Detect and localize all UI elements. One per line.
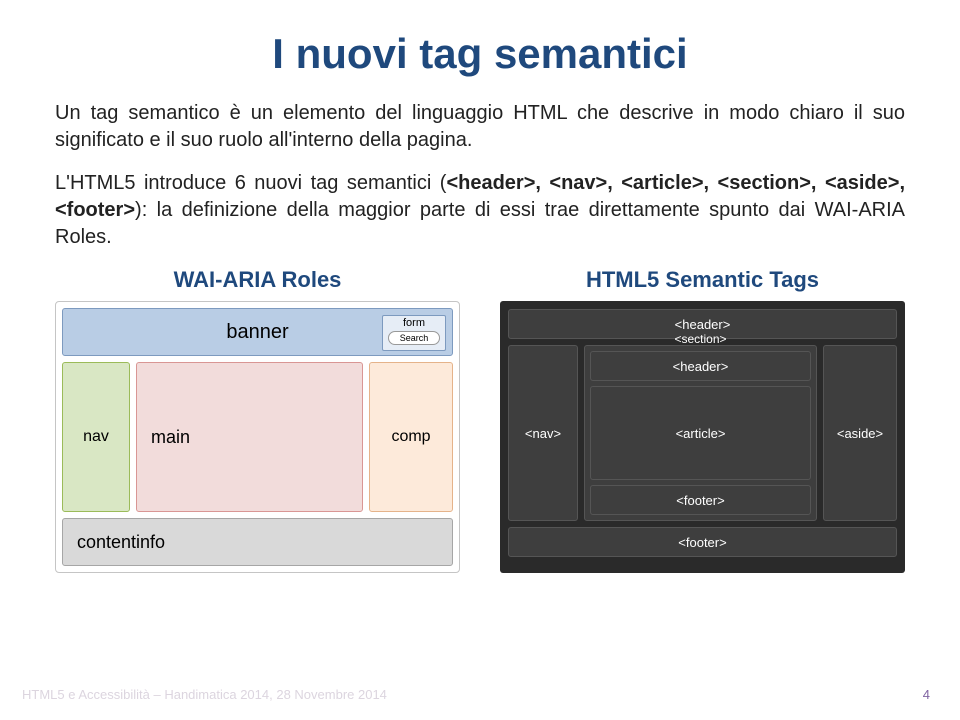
column-wai-aria: WAI-ARIA Roles banner form Search nav ma…: [55, 267, 460, 573]
h5-aside-box: <aside>: [823, 345, 897, 521]
slide-title: I nuovi tag semantici: [55, 30, 905, 78]
column-html5: HTML5 Semantic Tags <header> <nav> <sect…: [500, 267, 905, 573]
aria-nav-box: nav: [62, 362, 130, 512]
page-number: 4: [923, 687, 930, 702]
h5-nav-box: <nav>: [508, 345, 578, 521]
slide: I nuovi tag semantici Un tag semantico è…: [0, 0, 960, 720]
slide-footer: HTML5 e Accessibilità – Handimatica 2014…: [22, 687, 387, 702]
aria-comp-box: comp: [369, 362, 453, 512]
aria-contentinfo-box: contentinfo: [62, 518, 453, 566]
h5-middle-row: <nav> <section> <header> <article> <foot…: [508, 345, 897, 521]
h5-footer-box: <footer>: [508, 527, 897, 557]
h5-section-box: <section> <header> <article> <footer>: [584, 345, 817, 521]
para2-pre: L'HTML5 introduce 6 nuovi tag semantici …: [55, 172, 446, 194]
aria-form-box: form Search: [382, 315, 446, 351]
aria-middle-row: nav main comp: [62, 362, 453, 512]
h5-inner-footer-box: <footer>: [590, 485, 811, 515]
paragraph-2: L'HTML5 introduce 6 nuovi tag semantici …: [55, 170, 905, 251]
aria-form-label: form: [403, 317, 425, 329]
paragraph-1: Un tag semantico è un elemento del lingu…: [55, 100, 905, 154]
diagrams-row: WAI-ARIA Roles banner form Search nav ma…: [55, 267, 905, 573]
aria-banner-box: banner form Search: [62, 308, 453, 356]
aria-banner-label: banner: [226, 321, 288, 344]
html5-heading: HTML5 Semantic Tags: [500, 267, 905, 293]
wai-aria-heading: WAI-ARIA Roles: [55, 267, 460, 293]
para2-post: ): la definizione della maggior parte di…: [55, 199, 905, 248]
h5-section-label: <section>: [674, 332, 726, 346]
h5-inner-header-box: <header>: [590, 351, 811, 381]
h5-article-box: <article>: [590, 386, 811, 480]
html5-diagram: <header> <nav> <section> <header> <artic…: [500, 301, 905, 573]
wai-aria-diagram: banner form Search nav main comp content…: [55, 301, 460, 573]
aria-main-box: main: [136, 362, 363, 512]
aria-search-box: Search: [388, 331, 440, 345]
